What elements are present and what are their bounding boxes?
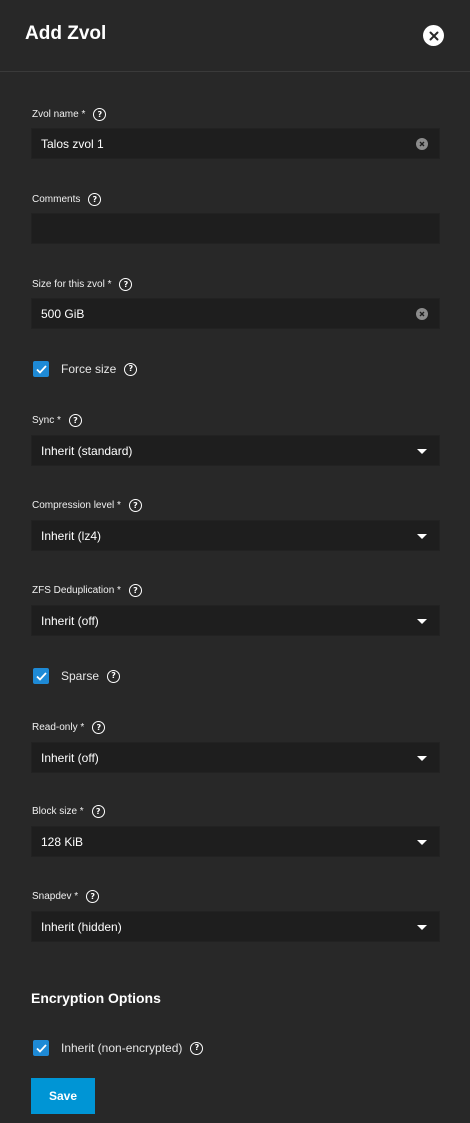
compression-value: Inherit (lz4) xyxy=(41,528,102,543)
size-input[interactable]: 500 GiB xyxy=(31,298,440,329)
encryption-section-title: Encryption Options xyxy=(31,990,161,1006)
sync-label: Sync * ? xyxy=(32,414,82,427)
help-icon[interactable]: ? xyxy=(93,108,107,121)
help-icon[interactable]: ? xyxy=(68,414,82,427)
dedup-value: Inherit (off) xyxy=(41,613,99,628)
help-icon[interactable]: ? xyxy=(92,721,106,734)
sync-select[interactable]: Inherit (standard) xyxy=(31,435,440,466)
checkbox-checked-icon[interactable] xyxy=(33,668,49,684)
size-label: Size for this zvol * ? xyxy=(32,278,133,291)
force-size-checkbox[interactable]: Force size ? xyxy=(33,361,138,377)
save-button[interactable]: Save xyxy=(31,1078,95,1114)
snapdev-select[interactable]: Inherit (hidden) xyxy=(31,911,440,942)
dedup-label: ZFS Deduplication * ? xyxy=(32,584,142,597)
snapdev-label: Snapdev * ? xyxy=(32,890,100,903)
close-button[interactable] xyxy=(423,25,444,46)
help-icon[interactable]: ? xyxy=(119,278,133,291)
readonly-value: Inherit (off) xyxy=(41,750,99,765)
chevron-down-icon xyxy=(417,840,427,845)
help-icon[interactable]: ? xyxy=(91,805,105,818)
blocksize-select[interactable]: 128 KiB xyxy=(31,826,440,857)
chevron-down-icon xyxy=(417,756,427,761)
help-icon[interactable]: ? xyxy=(128,499,142,512)
help-icon[interactable]: ? xyxy=(190,1041,204,1055)
comments-input[interactable] xyxy=(31,213,440,244)
checkbox-checked-icon[interactable] xyxy=(33,361,49,377)
size-value: 500 GiB xyxy=(41,306,85,321)
zvol-name-value: Talos zvol 1 xyxy=(41,136,104,151)
help-icon[interactable]: ? xyxy=(88,193,102,206)
zvol-name-input[interactable]: Talos zvol 1 xyxy=(31,128,440,159)
dialog-header: Add Zvol xyxy=(0,0,470,72)
compression-label: Compression level * ? xyxy=(32,499,142,512)
clear-icon[interactable] xyxy=(416,138,428,150)
chevron-down-icon xyxy=(417,619,427,624)
compression-select[interactable]: Inherit (lz4) xyxy=(31,520,440,551)
inherit-encryption-label: Inherit (non-encrypted) xyxy=(61,1041,183,1055)
sparse-checkbox[interactable]: Sparse ? xyxy=(33,668,121,684)
help-icon[interactable]: ? xyxy=(86,890,100,903)
dialog-title: Add Zvol xyxy=(25,23,107,44)
force-size-label: Force size xyxy=(61,362,117,376)
readonly-select[interactable]: Inherit (off) xyxy=(31,742,440,773)
readonly-label: Read-only * ? xyxy=(32,721,106,734)
clear-icon[interactable] xyxy=(416,308,428,320)
blocksize-value: 128 KiB xyxy=(41,834,84,849)
snapdev-value: Inherit (hidden) xyxy=(41,919,122,934)
inherit-encryption-checkbox[interactable]: Inherit (non-encrypted) ? xyxy=(33,1040,204,1056)
help-icon[interactable]: ? xyxy=(124,362,138,376)
help-icon[interactable]: ? xyxy=(107,669,121,683)
sync-value: Inherit (standard) xyxy=(41,443,133,458)
chevron-down-icon xyxy=(417,534,427,539)
checkbox-checked-icon[interactable] xyxy=(33,1040,49,1056)
chevron-down-icon xyxy=(417,925,427,930)
dedup-select[interactable]: Inherit (off) xyxy=(31,605,440,636)
zvol-name-label: Zvol name * ? xyxy=(32,108,107,121)
comments-label: Comments ? xyxy=(32,193,102,206)
sparse-label: Sparse xyxy=(61,669,100,683)
chevron-down-icon xyxy=(417,449,427,454)
help-icon[interactable]: ? xyxy=(128,584,142,597)
close-icon xyxy=(429,31,438,40)
blocksize-label: Block size * ? xyxy=(32,805,105,818)
